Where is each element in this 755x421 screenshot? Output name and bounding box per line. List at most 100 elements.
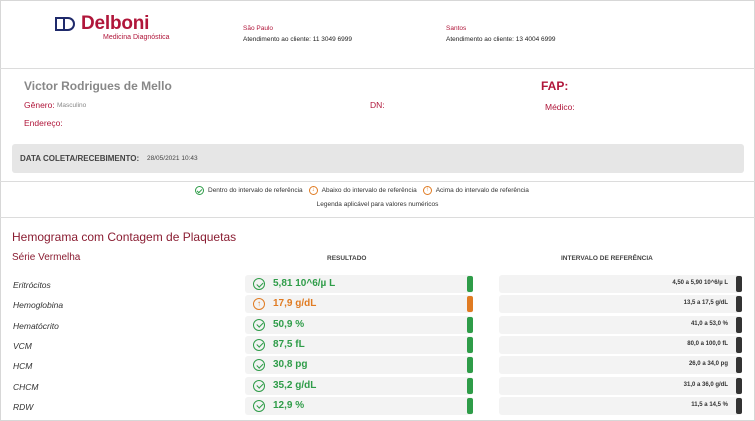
table-row: CHCM 35,2 g/dL 31,0 a 36,0 g/dL (0, 376, 755, 397)
table-row: VCM 87,5 fL 80,0 a 100,0 fL (0, 335, 755, 356)
legend-note: Legenda aplicável para valores numéricos (316, 201, 439, 208)
contact-city: São Paulo (243, 25, 273, 32)
table-row: Hemoglobina ↑ 17,9 g/dL 13,5 a 17,5 g/dL (0, 295, 755, 315)
result-value: 17,9 g/dL (273, 298, 317, 310)
status-bar (467, 296, 473, 313)
result-cell: 50,9 % (245, 315, 473, 334)
contact-phone: Atendimento ao cliente: 13 4004 6999 (446, 36, 556, 43)
divider (0, 181, 755, 182)
table-row: Hematócrito 50,9 % 41,0 a 53,0 % (0, 315, 755, 336)
status-bar (467, 336, 473, 353)
collection-label: DATA COLETA/RECEBIMENTO: (20, 154, 140, 163)
contact-city: Santos (446, 25, 467, 32)
collection-box: DATA COLETA/RECEBIMENTO: 28/05/2021 10:4… (12, 144, 744, 173)
divider (0, 217, 755, 218)
reference-bar (736, 316, 742, 333)
contact-phone: Atendimento ao cliente: 11 3049 6999 (243, 36, 353, 43)
legend-below: ↓ Abaixo do intervalo de referência (308, 186, 417, 195)
legend-below-label: Abaixo do intervalo de referência (321, 187, 417, 194)
exam-name: Eritrócitos (13, 280, 51, 290)
result-cell: ↑ 17,9 g/dL (245, 295, 473, 314)
result-cell: 35,2 g/dL (245, 376, 473, 395)
check-circle-icon (253, 399, 265, 412)
exam-name: VCM (13, 340, 32, 351)
doctor-label: Médico: (545, 102, 575, 112)
result-cell: 12,9 % (245, 396, 473, 415)
check-circle-icon (253, 379, 265, 392)
exam-name: Hematócrito (13, 320, 59, 331)
result-value: 35,2 g/dL (273, 379, 317, 391)
column-header-result: RESULTADO (327, 255, 367, 262)
delboni-logo: Delboni Medicina Diagnóstica (55, 14, 170, 42)
arrow-up-circle-icon: ↑ (422, 186, 432, 195)
result-value: 12,9 % (273, 399, 305, 411)
reference-value: 26,0 a 34,0 pg (688, 361, 728, 368)
legend-above-label: Acima do intervalo de referência (435, 187, 529, 194)
reference-bar (736, 336, 742, 353)
reference-cell: 13,5 a 17,5 g/dL (499, 295, 742, 314)
reference-bar (736, 276, 742, 292)
reference-cell: 41,0 a 53,0 % (499, 315, 742, 334)
contact-sao-paulo: São Paulo Atendimento ao cliente: 11 304… (243, 23, 352, 45)
status-bar (467, 357, 473, 374)
result-value: 30,8 pg (273, 359, 308, 371)
result-cell: 87,5 fL (245, 335, 473, 354)
status-bar (467, 316, 473, 333)
legend-within-label: Dentro do intervalo de referência (208, 187, 303, 194)
reference-value: 80,0 a 100,0 fL (687, 340, 728, 347)
reference-value: 13,5 a 17,5 g/dL (683, 300, 728, 307)
check-circle-icon (195, 186, 204, 195)
delboni-logo-icon (55, 17, 77, 35)
reference-cell: 80,0 a 100,0 fL (499, 335, 742, 354)
reference-bar (736, 377, 742, 394)
address-label: Endereço: (24, 118, 63, 128)
status-bar (467, 377, 473, 394)
reference-bar (736, 296, 742, 313)
reference-bar (736, 397, 742, 414)
exam-name: Hemoglobina (13, 300, 64, 311)
table-row: RDW 12,9 % 11,5 a 14,5 % (0, 396, 755, 417)
legend-within: Dentro do intervalo de referência (195, 186, 303, 195)
check-circle-icon (253, 338, 265, 351)
section-title: Hemograma com Contagem de Plaquetas (12, 230, 237, 244)
fap-label: FAP: (541, 79, 569, 93)
table-row: Eritrócitos 5,81 10^6/µ L 4,50 a 5,90 10^6… (0, 275, 755, 295)
contact-santos: Santos Atendimento ao cliente: 13 4004 6… (446, 23, 556, 45)
check-circle-icon (253, 318, 265, 331)
reference-cell: 4,50 a 5,90 10^6/µ L (499, 275, 742, 293)
check-circle-icon (253, 359, 265, 372)
legend: Dentro do intervalo de referência ↓ Abai… (195, 186, 535, 195)
reference-cell: 26,0 a 34,0 pg (499, 356, 742, 375)
table-row: HCM 30,8 pg 26,0 a 34,0 pg (0, 356, 755, 376)
result-cell: 30,8 pg (245, 356, 473, 375)
status-bar (467, 397, 473, 414)
check-circle-icon (253, 278, 265, 290)
patient-name: Victor Rodrigues de Mello (24, 79, 172, 93)
arrow-down-circle-icon: ↓ (308, 186, 318, 195)
divider (0, 68, 755, 69)
result-cell: 5,81 10^6/µ L (245, 275, 473, 293)
gender-label: Gênero: (24, 100, 55, 110)
exam-name: CHCM (13, 381, 39, 392)
exam-name: RDW (13, 401, 34, 412)
gender-value: Masculino (57, 102, 87, 109)
dn-label: DN: (370, 100, 385, 110)
brand-subtitle: Medicina Diagnóstica (103, 34, 170, 41)
reference-value: 11,5 a 14,5 % (691, 401, 728, 408)
result-value: 5,81 10^6/µ L (273, 278, 336, 289)
legend-above: ↑ Acima do intervalo de referência (422, 186, 529, 195)
collection-value: 28/05/2021 10:43 (147, 155, 198, 162)
reference-value: 41,0 a 53,0 % (690, 320, 728, 327)
reference-value: 4,50 a 5,90 10^6/µ L (672, 280, 728, 286)
result-value: 87,5 fL (273, 338, 305, 350)
exam-name: HCM (13, 361, 33, 372)
reference-cell: 31,0 a 36,0 g/dL (499, 376, 742, 395)
brand-name: Delboni (81, 13, 150, 34)
result-value: 50,9 % (273, 318, 305, 330)
reference-value: 31,0 a 36,0 g/dL (683, 381, 728, 388)
status-bar (467, 276, 473, 292)
section-subtitle: Série Vermelha (12, 252, 81, 263)
column-header-reference: INTERVALO DE REFERÊNCIA (561, 255, 653, 262)
arrow-up-circle-icon: ↑ (253, 298, 265, 311)
reference-cell: 11,5 a 14,5 % (499, 396, 742, 415)
